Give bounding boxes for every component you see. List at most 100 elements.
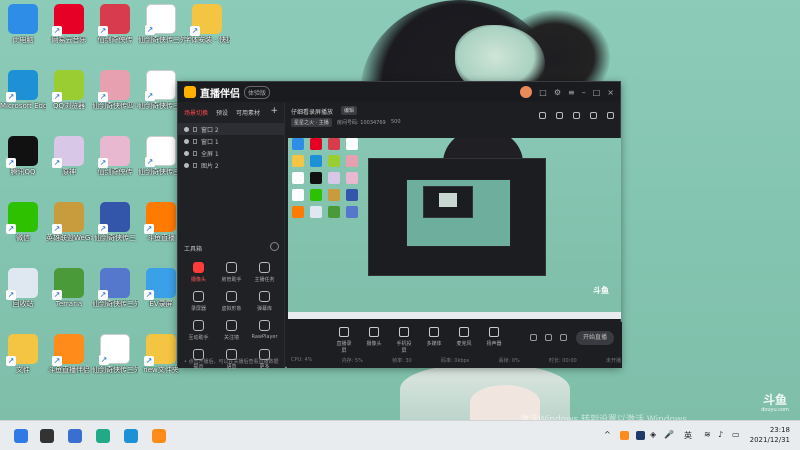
stream-preview[interactable]: 斗鱼 (288, 138, 621, 319)
settings-icon[interactable] (560, 334, 567, 341)
desktop-icon-qq[interactable]: ↗ 腾讯QQ (0, 136, 46, 177)
desktop-icon-folder-2[interactable]: ↗ 文件 (0, 334, 46, 375)
desktop-icon-edge[interactable]: ↗Microsoft Edge (0, 70, 46, 111)
shield-icon[interactable]: ◈ (650, 430, 656, 439)
tool-follow-wall[interactable]: 关注墙 (215, 320, 248, 341)
desktop-icon-wegame-lol[interactable]: ↗英雄联盟WeGame版 (46, 202, 92, 243)
desktop-icon-xianjian-5[interactable]: ↗仙剑奇侠传三外传·问情篇 (92, 268, 138, 309)
tool-rawplayer[interactable]: RawPlayer (248, 320, 281, 341)
lock-icon[interactable] (193, 162, 197, 168)
scene-item[interactable]: 图片 2 (178, 159, 284, 171)
beta-badge: 体验版 (244, 85, 271, 99)
category-tag[interactable]: 星星之火 · 主播 (291, 118, 332, 127)
taskbar-store-icon[interactable] (96, 429, 110, 443)
toolbox-add-icon[interactable] (270, 242, 279, 251)
follow-icon (226, 320, 237, 331)
lock-icon[interactable] (193, 138, 197, 144)
microphone-icon[interactable]: 🎤 (664, 430, 674, 439)
lock-icon[interactable] (193, 126, 197, 132)
edit-title-button[interactable]: 编辑 (341, 106, 358, 115)
shortcut-arrow-icon: ↗ (144, 290, 154, 300)
desktop-icon-doc-4[interactable]: ↗仙剑奇侠传三外传Chine... (92, 334, 138, 375)
taskbar-edge-icon[interactable] (124, 429, 138, 443)
tool-room-admin[interactable]: 房管助手 (215, 262, 248, 283)
scene-item[interactable]: 窗口 1 (178, 135, 284, 147)
desktop-icon-label: 斗鱼直播伴侣 (48, 366, 90, 374)
desktop-icon-label: 仙剑奇侠传 (97, 36, 133, 44)
visibility-icon[interactable] (184, 138, 189, 144)
tool-interact[interactable]: 互动助手 (182, 320, 215, 341)
desktop-icon-qq-browser[interactable]: ↗ QQ浏览器 (46, 70, 92, 111)
app-tray-icon[interactable] (636, 431, 645, 440)
maximize-icon[interactable]: □ (593, 88, 601, 97)
media-button[interactable]: 多媒体 (425, 327, 443, 354)
desktop-icon-douyu-stream[interactable]: ↗ 斗鱼直播伴侣 (46, 334, 92, 375)
desktop-icon-xianjian-1[interactable]: ↗ 仙剑奇侠传 (92, 4, 138, 45)
start-live-button[interactable]: 开始直播 (576, 331, 614, 345)
douyu-tray-icon[interactable] (620, 431, 629, 440)
chevron-up-icon[interactable]: ^ (604, 430, 611, 439)
desktop-icon-xianjian-2[interactable]: ↗ 仙剑奇侠传 (92, 136, 138, 177)
desktop-icon-doc-1[interactable]: ↗仙剑奇侠传三外传Chine... (138, 4, 184, 45)
shortcut-arrow-icon: ↗ (6, 356, 16, 366)
close-icon[interactable]: × (607, 88, 614, 97)
volume-icon[interactable]: ♪ (718, 430, 723, 439)
taskbar-start-icon[interactable] (14, 429, 28, 443)
taskbar-nk-icon[interactable] (68, 429, 82, 443)
taskbar-douyu-icon[interactable] (152, 429, 166, 443)
layout-icon[interactable] (556, 112, 563, 119)
system-clock[interactable]: 23:18 2021/12/31 (750, 425, 790, 445)
lock-icon[interactable] (193, 150, 197, 156)
stream-companion-window[interactable]: 直播伴侣 体验版 □ ⚙ ≡ – □ × 场景切换 预设 可用素材 + 窗口 2… (177, 81, 622, 370)
window-titlebar[interactable]: 直播伴侣 体验版 □ ⚙ ≡ – □ × (178, 82, 620, 102)
tool-danmaku[interactable]: 弹幕库 (248, 291, 281, 312)
screen-capture-button[interactable]: 直播录屏 (335, 327, 353, 354)
tool-camera[interactable]: 摄像头 (182, 262, 215, 283)
microphone-button[interactable]: 麦克风 (455, 327, 473, 354)
record-video-icon[interactable] (530, 334, 537, 341)
speaker-button[interactable]: 扬声器 (485, 327, 503, 354)
desktop-icon-this-pc[interactable]: 此电脑 (0, 4, 46, 45)
tab-materials[interactable]: 可用素材 (236, 108, 260, 117)
desktop-icon-xianjian-3[interactable]: ↗ 仙剑奇侠传三 (92, 202, 138, 243)
clock-icon[interactable] (545, 334, 552, 341)
gift-icon[interactable] (539, 112, 546, 119)
desktop-icon-folder-1[interactable]: ↗字体安装 - 快捷方式 (184, 4, 230, 45)
desktop-icon-terraria[interactable]: ↗ Terraria (46, 268, 92, 309)
desktop-icon-genshin[interactable]: ↗ 原神 (46, 136, 92, 177)
desktop-icon-netease-music[interactable]: ↗ 网易云音乐 (46, 4, 92, 45)
desktop-icon-label: 文件 (16, 366, 30, 374)
visibility-icon[interactable] (184, 150, 189, 156)
desktop-icon-xianjian-4[interactable]: ↗仙剑奇侠传四 中文版 (92, 70, 138, 111)
battery-icon[interactable]: ▭ (732, 430, 740, 439)
tool-tasks[interactable]: 主播任务 (248, 262, 281, 283)
desktop-icon-label: 原神 (62, 168, 76, 176)
lock-icon[interactable] (590, 112, 597, 119)
preview-doc-2-icon (292, 172, 304, 184)
desktop-icon-recycle-bin[interactable]: ↗ 回收站 (0, 268, 46, 309)
tab-presets[interactable]: 预设 (216, 108, 228, 117)
input-language[interactable]: 英 (684, 430, 692, 441)
add-source-button[interactable]: + (270, 107, 278, 117)
desktop-icon-wechat[interactable]: ↗ 微信 (0, 202, 46, 243)
scene-item[interactable]: 窗口 2 (178, 123, 284, 135)
visibility-icon[interactable] (184, 126, 189, 132)
menu-icon[interactable]: ≡ (568, 88, 575, 97)
camera-button[interactable]: 摄像头 (365, 327, 383, 354)
wifi-icon[interactable]: ≋ (704, 430, 711, 439)
phone-cast-button[interactable]: 手机投屏 (395, 327, 413, 354)
tool-avatar[interactable]: 虚拟形象 (215, 291, 248, 312)
taskbar-task-view-icon[interactable] (40, 429, 54, 443)
minimize-icon[interactable]: – (582, 88, 586, 97)
settings-icon[interactable]: ⚙ (554, 88, 561, 97)
qq-icon: ↗ (6, 136, 38, 168)
scene-item[interactable]: 全屏 1 (178, 147, 284, 159)
tab-scenes[interactable]: 场景切换 (184, 108, 208, 117)
share-icon[interactable] (607, 112, 614, 119)
tool-recorder[interactable]: 录屏器 (182, 291, 215, 312)
message-icon[interactable]: □ (539, 88, 547, 97)
play-icon (259, 320, 270, 331)
user-avatar[interactable] (520, 86, 533, 98)
visibility-icon[interactable] (184, 162, 189, 168)
grid-icon[interactable] (573, 112, 580, 119)
